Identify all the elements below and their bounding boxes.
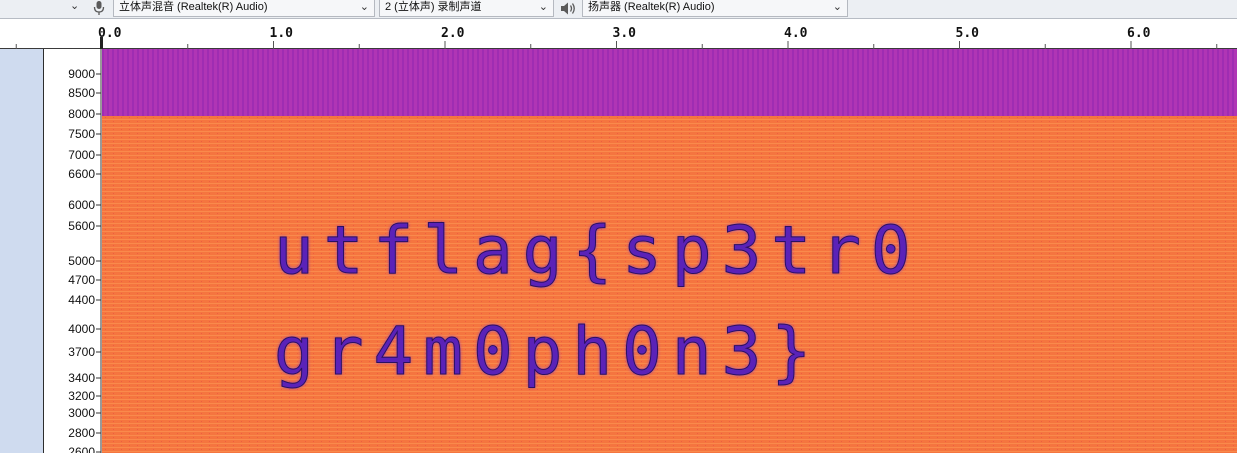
device-toolbar: ⌄ 立体声混音 (Realtek(R) Audio) ⌄ 2 (立体声) 录制声… [0, 0, 1237, 19]
frequency-label: 8500 [68, 86, 95, 100]
frequency-scale[interactable]: 9000 8500 8000 7500 7000 6600 6000 5600 5000 4700… [44, 49, 102, 453]
frequency-label: 4400 [68, 293, 95, 307]
ruler-tick-label: 5.0 [956, 26, 980, 41]
frequency-label: 8000 [68, 107, 95, 121]
ruler-tick-label: 0.0 [98, 26, 122, 41]
recording-channels-value: 2 (立体声) 录制声道 [385, 1, 482, 13]
frequency-label: 6000 [68, 198, 95, 212]
frequency-label: 3200 [68, 389, 95, 403]
recording-device-value: 立体声混音 (Realtek(R) Audio) [119, 1, 268, 13]
frequency-label: 6600 [68, 167, 95, 181]
frequency-label: 9000 [68, 67, 95, 81]
frequency-label: 5600 [68, 219, 95, 233]
hidden-message-line-1: utflag{sp3tr0 [274, 212, 921, 289]
frequency-label: 2600 [68, 445, 95, 453]
timeline-ruler[interactable]: 0.0 1.0 2.0 3.0 4.0 5.0 6.0 [0, 19, 1237, 49]
spectrogram-view[interactable]: utflag{sp3tr0 utflag{sp3tr0 gr4m0ph0n3} … [102, 49, 1237, 453]
frequency-label: 3700 [68, 345, 95, 359]
ruler-tick-label: 1.0 [270, 26, 294, 41]
frequency-label: 4700 [68, 273, 95, 287]
frequency-label: 5000 [68, 254, 95, 268]
frequency-label: 2800 [68, 426, 95, 440]
ruler-tick-label: 2.0 [441, 26, 465, 41]
spectrogram-canvas: utflag{sp3tr0 utflag{sp3tr0 gr4m0ph0n3} … [102, 49, 1237, 453]
host-dropdown-arrow[interactable]: ⌄ [64, 0, 86, 17]
chevron-down-icon: ⌄ [832, 0, 842, 13]
chevron-down-icon: ⌄ [359, 0, 369, 13]
frequency-label: 4000 [68, 322, 95, 336]
hidden-message-line-2: gr4m0ph0n3} [274, 313, 821, 390]
playback-device-value: 扬声器 (Realtek(R) Audio) [588, 1, 715, 13]
chevron-down-icon: ⌄ [538, 0, 548, 13]
track-control-panel[interactable] [0, 49, 44, 453]
high-frequency-band [102, 49, 1237, 116]
recording-device-select[interactable]: 立体声混音 (Realtek(R) Audio) ⌄ [113, 0, 375, 17]
timeline-ruler-scale: 0.0 1.0 2.0 3.0 4.0 5.0 6.0 [15, 26, 1218, 49]
frequency-label: 3000 [68, 406, 95, 420]
frequency-label: 7500 [68, 127, 95, 141]
recording-channels-select[interactable]: 2 (立体声) 录制声道 ⌄ [379, 0, 554, 17]
frequency-axis: 9000 8500 8000 7500 7000 6600 6000 5600 5000 4700… [68, 49, 102, 453]
playback-device-select[interactable]: 扬声器 (Realtek(R) Audio) ⌄ [582, 0, 848, 17]
ruler-tick-label: 3.0 [613, 26, 637, 41]
ruler-tick-label: 4.0 [784, 26, 808, 41]
frequency-label: 3400 [68, 371, 95, 385]
ruler-tick-label: 6.0 [1127, 26, 1151, 41]
chevron-down-icon: ⌄ [70, 0, 80, 12]
frequency-label: 7000 [68, 148, 95, 162]
